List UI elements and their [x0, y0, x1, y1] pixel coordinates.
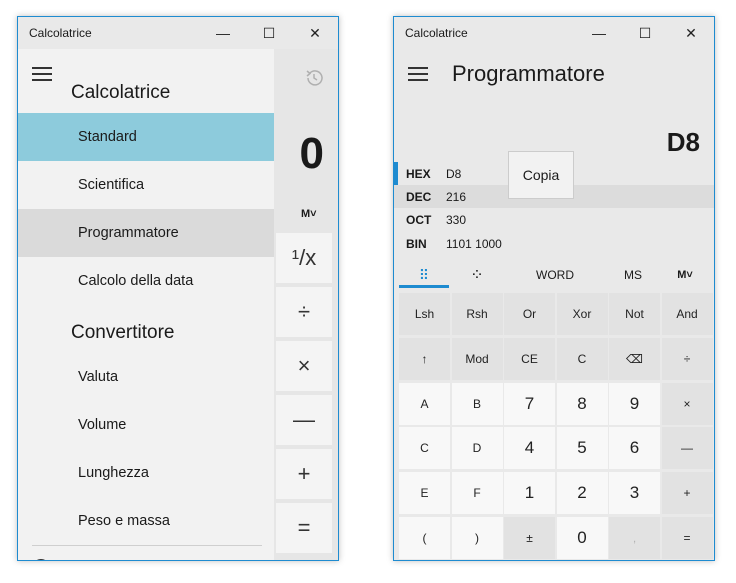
key-mod[interactable]: Mod — [451, 337, 503, 380]
active-radix-indicator — [394, 162, 398, 185]
hamburger-menu-icon[interactable] — [32, 67, 52, 81]
key-digit-2[interactable]: 2 — [556, 472, 608, 515]
memory-button[interactable]: M˅ — [662, 263, 708, 287]
key-open-paren[interactable]: ( — [399, 517, 450, 559]
active-tab-indicator — [399, 285, 449, 288]
radix-bin[interactable]: BIN 1101 1000 — [394, 232, 714, 255]
history-icon[interactable] — [303, 67, 325, 89]
title-bar: Calcolatrice — ☐ ✕ — [18, 17, 338, 49]
display-value: 0 — [299, 129, 324, 178]
radix-value: 1101 1000 — [446, 236, 502, 251]
equals-key[interactable]: = — [276, 503, 332, 553]
window-title: Calcolatrice — [405, 26, 468, 40]
navigation-menu: Calcolatrice Standard Scientifica Progra… — [18, 49, 274, 560]
key-hex-c[interactable]: C — [399, 427, 450, 470]
menu-item-scientifica[interactable]: Scientifica — [18, 161, 274, 209]
menu-item-peso-massa[interactable]: Peso e massa — [18, 497, 274, 545]
key-hex-b[interactable]: B — [451, 382, 503, 425]
radix-label: DEC — [406, 189, 432, 204]
hamburger-menu-icon[interactable] — [408, 67, 428, 81]
key-hex-d[interactable]: D — [451, 427, 503, 470]
key-clear[interactable]: C — [556, 337, 608, 380]
minimize-button[interactable]: — — [200, 17, 246, 49]
menu-title: Calcolatrice — [71, 82, 171, 103]
menu-item-valuta[interactable]: Valuta — [18, 353, 274, 401]
radix-label: HEX — [406, 166, 431, 181]
key-digit-1[interactable]: 1 — [504, 472, 555, 515]
key-digit-3[interactable]: 3 — [609, 472, 660, 515]
calculator-window-programmer: Calcolatrice — ☐ ✕ Programmatore D8 HEX … — [393, 16, 715, 561]
radix-oct[interactable]: OCT 330 — [394, 208, 714, 231]
maximize-button[interactable]: ☐ — [246, 17, 292, 49]
reciprocal-key[interactable]: ¹/x — [276, 233, 332, 283]
converter-section-header: Convertitore — [71, 322, 175, 343]
menu-item-volume[interactable]: Volume — [18, 401, 274, 449]
copy-tooltip[interactable]: Copia — [508, 151, 574, 199]
multiply-key[interactable]: × — [276, 341, 332, 391]
key-plus[interactable]: + — [661, 472, 713, 515]
key-close-paren[interactable]: ) — [451, 517, 503, 559]
menu-item-programmatore[interactable]: Programmatore — [18, 209, 274, 257]
key-digit-4[interactable]: 4 — [504, 427, 555, 470]
key-hex-a[interactable]: A — [399, 382, 450, 425]
memory-store-button[interactable]: MS — [606, 263, 660, 287]
display-value: D8 — [666, 127, 700, 157]
menu-item-lunghezza[interactable]: Lunghezza — [18, 449, 274, 497]
title-bar: Calcolatrice — ☐ ✕ — [394, 17, 714, 49]
close-button[interactable]: ✕ — [668, 17, 714, 49]
key-backspace[interactable]: ⌫ — [609, 337, 660, 380]
key-not[interactable]: Not — [609, 293, 660, 335]
key-and[interactable]: And — [661, 293, 713, 335]
key-digit-6[interactable]: 6 — [609, 427, 660, 470]
bit-toggle-tab-icon[interactable]: ⁘ — [452, 263, 502, 287]
close-button[interactable]: ✕ — [292, 17, 338, 49]
radix-label: OCT — [406, 212, 432, 227]
key-or[interactable]: Or — [504, 293, 555, 335]
key-equals[interactable]: = — [661, 517, 713, 559]
key-digit-9[interactable]: 9 — [609, 382, 660, 425]
key-divide[interactable]: ÷ — [661, 337, 713, 380]
minus-key[interactable]: — — [276, 395, 332, 445]
key-multiply[interactable]: × — [661, 382, 713, 425]
key-hex-f[interactable]: F — [451, 472, 503, 515]
key-rsh[interactable]: Rsh — [451, 293, 503, 335]
key-digit-8[interactable]: 8 — [556, 382, 608, 425]
word-size-button[interactable]: WORD — [519, 263, 591, 287]
key-digit-5[interactable]: 5 — [556, 427, 608, 470]
key-negate[interactable]: ± — [504, 517, 555, 559]
menu-item-informazioni[interactable]: Informazioni — [18, 544, 274, 560]
key-minus[interactable]: — — [661, 427, 713, 470]
memory-button[interactable]: M˅ — [301, 208, 317, 220]
keypad-tab-icon[interactable]: ⠿ — [399, 263, 449, 287]
minimize-button[interactable]: — — [576, 17, 622, 49]
key-decimal[interactable]: , — [609, 517, 660, 559]
divide-key[interactable]: ÷ — [276, 287, 332, 337]
calculator-window-menu: Calcolatrice — ☐ ✕ 0 M˅ ¹/x ÷ × — + = Ca… — [17, 16, 339, 561]
radix-value: D8 — [446, 166, 462, 181]
radix-value: 330 — [446, 212, 467, 227]
key-hex-e[interactable]: E — [399, 472, 450, 515]
key-digit-0[interactable]: 0 — [556, 517, 608, 559]
plus-key[interactable]: + — [276, 449, 332, 499]
key-xor[interactable]: Xor — [556, 293, 608, 335]
key-digit-7[interactable]: 7 — [504, 382, 555, 425]
key-shift-up[interactable]: ↑ — [399, 337, 450, 380]
menu-item-calcolo-data[interactable]: Calcolo della data — [18, 257, 274, 305]
radix-label: BIN — [406, 236, 427, 251]
key-ce[interactable]: CE — [504, 337, 555, 380]
window-title: Calcolatrice — [29, 26, 92, 40]
maximize-button[interactable]: ☐ — [622, 17, 668, 49]
mode-title: Programmatore — [452, 61, 605, 86]
menu-item-standard[interactable]: Standard — [18, 113, 274, 161]
key-lsh[interactable]: Lsh — [399, 293, 450, 335]
radix-value: 216 — [446, 189, 467, 204]
